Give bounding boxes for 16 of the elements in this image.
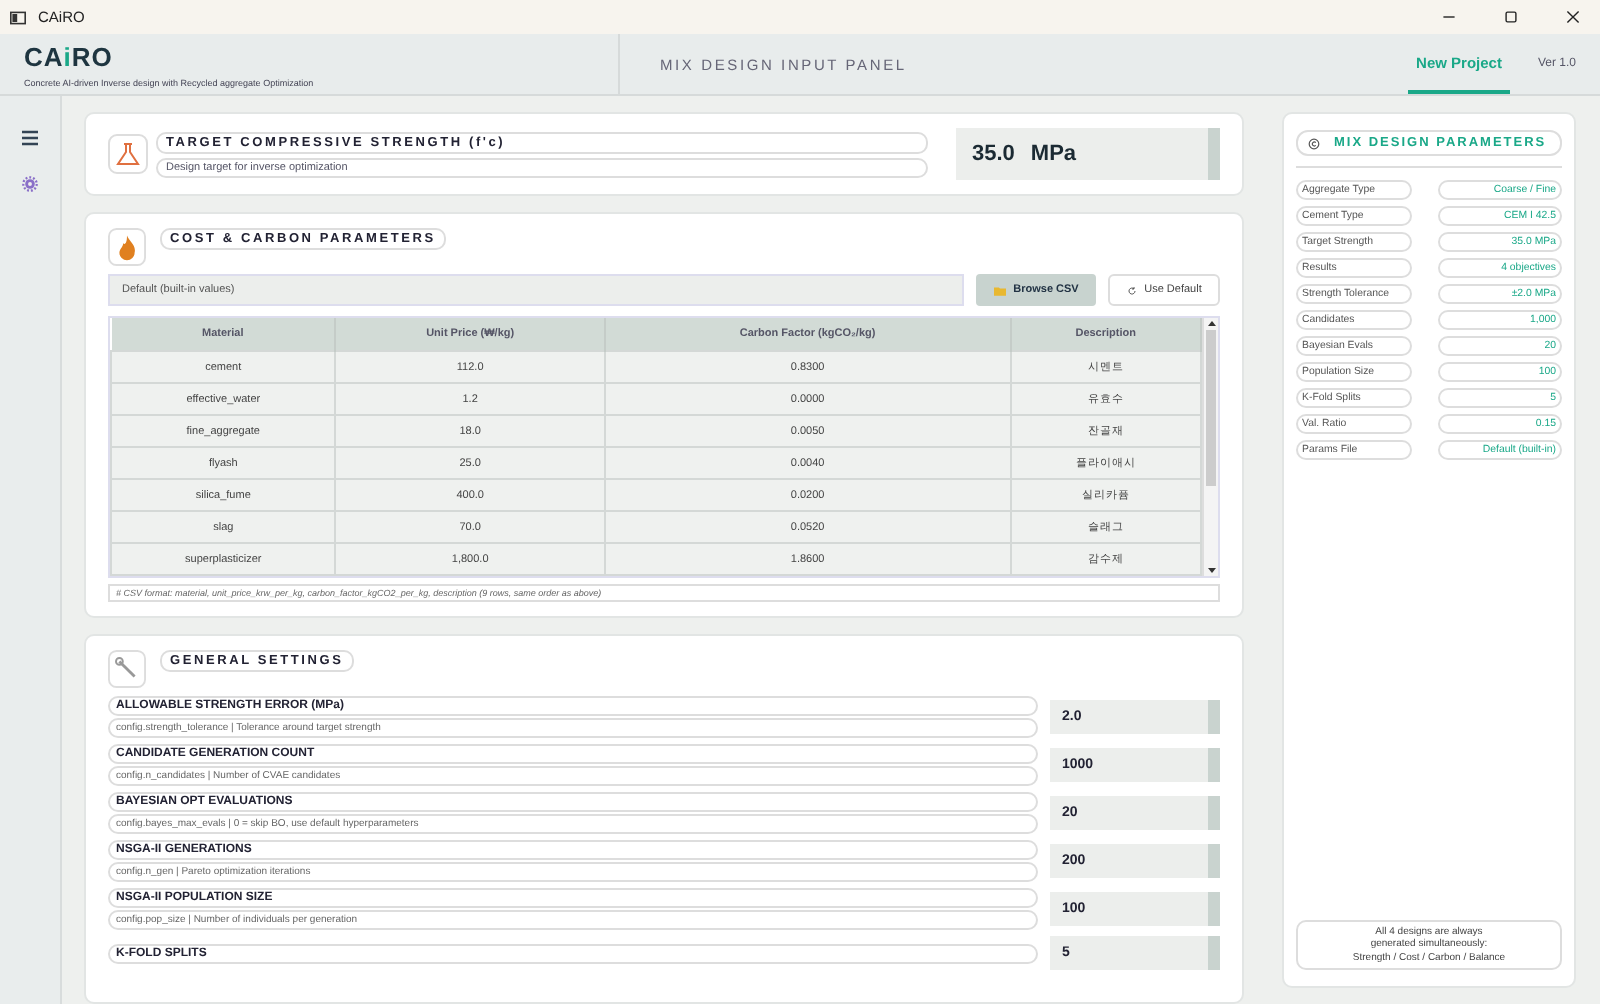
reset-icon (1126, 285, 1139, 295)
scrollbar[interactable] (1202, 318, 1218, 576)
app-logo: CAiRO (24, 41, 113, 71)
circle-c-icon (1308, 137, 1320, 149)
close-icon[interactable] (1566, 10, 1580, 24)
app-icon (10, 9, 26, 25)
strength-input[interactable]: 35.0 MPa (956, 128, 1220, 180)
gear-icon[interactable] (22, 176, 38, 192)
menu-icon[interactable] (20, 128, 40, 148)
folder-icon (993, 285, 1006, 295)
scroll-down-icon[interactable] (1205, 564, 1217, 576)
maximize-icon[interactable] (1504, 10, 1518, 24)
flask-icon (108, 134, 148, 174)
minimize-icon[interactable] (1442, 10, 1456, 24)
wrench-icon (108, 650, 146, 688)
fire-icon (108, 228, 146, 266)
